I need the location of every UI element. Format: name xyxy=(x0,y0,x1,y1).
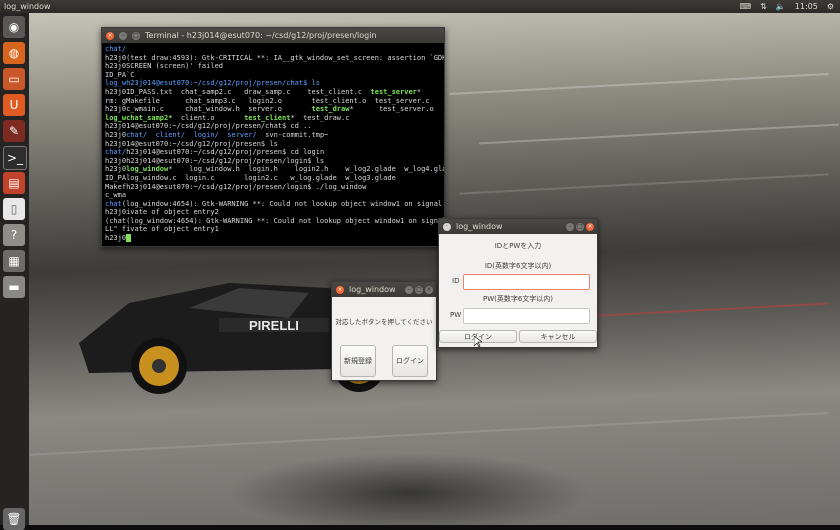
clock[interactable]: 11:05 xyxy=(795,2,818,11)
terminal-line: (chat(log_window:4654): Gtk-WARNING **: … xyxy=(105,216,444,225)
mouse-pointer-icon xyxy=(474,336,482,348)
drive-icon[interactable]: ▬ xyxy=(3,276,25,298)
terminal-line: h23j0log_window* log_window.h login.h lo… xyxy=(105,165,444,174)
maximize-icon[interactable]: □ xyxy=(415,285,423,294)
terminal-line: h23j0chat/ client/ login/ server/ svn-co… xyxy=(105,130,329,139)
menu-window-titlebar[interactable]: × log_window – □ × xyxy=(332,282,436,297)
id-label: ID xyxy=(452,277,460,285)
terminal-line: ID_PAlog_window.c login.c login2.c w_log… xyxy=(105,173,396,182)
minimize-icon[interactable]: – xyxy=(405,285,413,294)
terminal-line: Makefh23j014@esut070:~/csd/g12/proj/pres… xyxy=(105,182,367,191)
close-icon[interactable]: × xyxy=(425,285,433,294)
keyboard-icon[interactable]: ⌨ xyxy=(740,2,752,11)
terminal-icon[interactable]: >_ xyxy=(3,146,27,170)
terminal-line: h23j0h23j014@esut070:~/csd/g12/proj/pres… xyxy=(105,156,325,165)
terminal-line: h23j0ID_PASS.txt chat_samp2.c draw_samp.… xyxy=(105,87,422,96)
terminal-line: c_wma xyxy=(105,191,127,200)
maximize-icon[interactable]: □ xyxy=(132,31,140,40)
login-window-title: log_window xyxy=(456,222,503,231)
terminal-line: h23j0 xyxy=(105,234,441,243)
login-window[interactable]: · log_window – □ × IDとPWを入力 ID(英数字6文字以内)… xyxy=(438,218,598,348)
pw-hint: PW(英数字6文字以内) xyxy=(482,295,554,303)
software-center-icon[interactable]: U xyxy=(3,94,25,116)
app-icon[interactable]: ▤ xyxy=(3,172,25,194)
terminal-line: chat/ xyxy=(105,45,127,53)
maximize-icon[interactable]: □ xyxy=(576,222,584,231)
login-window-titlebar[interactable]: · log_window – □ × xyxy=(439,219,597,234)
login-button[interactable]: ログイン xyxy=(392,345,428,377)
top-panel: log_window ⌨ ⇅ 🔈 11:05 ⚙ xyxy=(0,0,840,13)
help-icon[interactable]: ? xyxy=(3,224,25,246)
terminal-line: h23j014@esut070:~/csd/g12/proj/presen/ch… xyxy=(105,122,312,131)
pw-input[interactable] xyxy=(463,308,590,324)
id-input[interactable] xyxy=(463,274,590,290)
terminal-line: h23j0c_wmain.c chat_window.h server.o te… xyxy=(105,105,434,114)
trash-icon[interactable]: 🗑 xyxy=(3,508,25,530)
terminal-cursor xyxy=(126,234,132,243)
terminal-line: log_wh23j014@esut070:~/csd/g12/proj/pres… xyxy=(105,79,320,88)
workspace-switcher-icon[interactable]: ▦ xyxy=(3,250,25,272)
terminal-output[interactable]: chat/h23j0(test draw:4593): Gtk-CRITICAL… xyxy=(102,43,444,245)
minimize-icon[interactable]: – xyxy=(119,31,127,40)
terminal-line: chat(log_window:4654): Gtk-WARNING **: C… xyxy=(105,199,444,208)
terminal-line: h23j0(test draw:4593): Gtk-CRITICAL **: … xyxy=(105,53,444,62)
minimize-icon[interactable]: – xyxy=(566,222,574,231)
document-icon[interactable]: ▯ xyxy=(3,198,25,220)
terminal-line: chat/h23j014@esut070:~/csd/g12/proj/pres… xyxy=(105,148,325,157)
terminal-titlebar[interactable]: × – □ Terminal - h23j014@esut070: ~/csd/… xyxy=(102,28,444,43)
id-hint: ID(英数字6文字以内) xyxy=(484,262,552,270)
terminal-line: log_wchat_samp2* client.o test_client* t… xyxy=(105,113,350,122)
terminal-line: LL" fivate of object entry1 xyxy=(105,225,219,234)
menu-window-title: log_window xyxy=(349,285,396,294)
close-icon[interactable]: × xyxy=(106,31,114,40)
gear-icon[interactable]: ⚙ xyxy=(827,2,834,11)
launcher: ◉ ◍ ▭ U ✎ >_ ▤ ▯ ? ▦ ▬ 🗑 xyxy=(0,13,30,530)
cancel-button[interactable]: キャンセル xyxy=(519,330,597,343)
terminal-line: h23j0SCREEN (screen)' failed xyxy=(105,62,224,71)
menu-window[interactable]: × log_window – □ × 対応したボタンを押してください 新規登録 … xyxy=(331,281,437,381)
terminal-line: h23j014@esut070:~/csd/g12/proj/presen$ l… xyxy=(105,139,278,148)
terminal-line: h23j0ivate of object entry2 xyxy=(105,208,219,217)
close-icon[interactable]: × xyxy=(586,222,594,231)
network-icon[interactable]: ⇅ xyxy=(760,2,767,11)
instruction-text: 対応したボタンを押してください xyxy=(335,318,433,326)
terminal-window[interactable]: × – □ Terminal - h23j014@esut070: ~/csd/… xyxy=(101,27,445,247)
register-button[interactable]: 新規登録 xyxy=(340,345,376,377)
terminal-line: rm: gMakefile chat_samp3.c login2.o test… xyxy=(105,96,430,105)
app-menu-icon[interactable]: · xyxy=(443,222,451,231)
svg-text:PIRELLI: PIRELLI xyxy=(249,318,299,333)
terminal-line: ID_PA`C xyxy=(105,70,135,79)
active-window-title: log_window xyxy=(4,2,51,11)
firefox-icon[interactable]: ◍ xyxy=(3,42,25,64)
login-heading: IDとPWを入力 xyxy=(494,242,542,250)
ubuntu-dash-icon[interactable]: ◉ xyxy=(3,16,25,38)
files-icon[interactable]: ▭ xyxy=(3,68,25,90)
close-icon[interactable]: × xyxy=(336,285,344,294)
pw-label: PW xyxy=(450,311,462,319)
volume-icon[interactable]: 🔈 xyxy=(776,2,786,11)
terminal-title: Terminal - h23j014@esut070: ~/csd/g12/pr… xyxy=(145,31,377,40)
system-settings-icon[interactable]: ✎ xyxy=(3,120,25,142)
